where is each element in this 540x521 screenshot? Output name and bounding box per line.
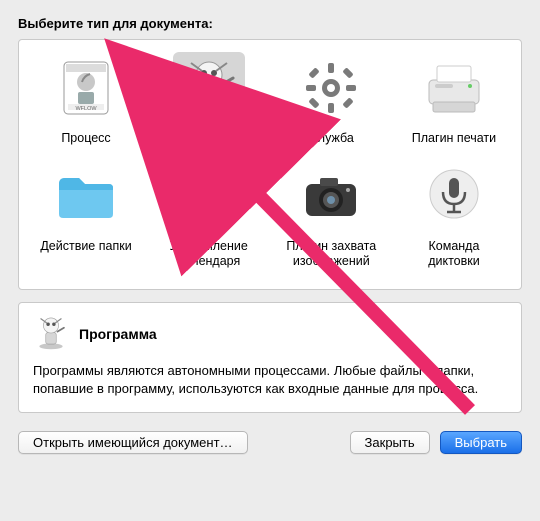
- description-panel: Программа Программы являются автономными…: [18, 302, 522, 413]
- type-application[interactable]: Программа: [148, 48, 270, 156]
- type-workflow[interactable]: WFLOW Процесс: [25, 48, 147, 156]
- microphone-icon: [418, 160, 490, 232]
- grid-row: WFLOW Процесс: [25, 48, 515, 156]
- chooser-prompt: Выберите тип для документа:: [18, 16, 522, 31]
- type-label: Плагин захвата изображений: [272, 238, 390, 271]
- type-folder-action[interactable]: Действие папки: [25, 156, 147, 279]
- type-label: Плагин печати: [404, 130, 504, 148]
- type-label: Служба: [301, 130, 362, 148]
- document-type-chooser: Выберите тип для документа: WFLOW Процес…: [0, 0, 540, 470]
- svg-text:WFLOW: WFLOW: [75, 106, 97, 112]
- type-label: Процесс: [53, 130, 118, 148]
- description-text: Программы являются автономными процессам…: [33, 362, 507, 398]
- calendar-icon: JUL 17: [173, 160, 245, 232]
- open-existing-button[interactable]: Открыть имеющийся документ…: [18, 431, 248, 454]
- type-calendar-alarm[interactable]: JUL 17 Уведомление Календаря: [148, 156, 270, 279]
- camera-icon: [295, 160, 367, 232]
- type-label: Программа: [168, 130, 250, 148]
- description-title: Программа: [79, 326, 157, 342]
- calendar-day: 17: [194, 190, 223, 220]
- type-label: Действие папки: [32, 238, 139, 256]
- application-icon: [173, 52, 245, 124]
- workflow-icon: WFLOW: [50, 52, 122, 124]
- type-service[interactable]: Служба: [270, 48, 392, 156]
- choose-button[interactable]: Выбрать: [440, 431, 522, 454]
- printer-icon: [418, 52, 490, 124]
- grid-row: Действие папки JUL 17 Уведомление Календ…: [25, 156, 515, 279]
- calendar-month: JUL: [202, 179, 217, 188]
- type-print-plugin[interactable]: Плагин печати: [393, 48, 515, 156]
- document-types-grid: WFLOW Процесс: [18, 39, 522, 290]
- type-label: Уведомление Календаря: [150, 238, 268, 271]
- application-icon: [33, 315, 69, 354]
- type-dictation-command[interactable]: Команда диктовки: [393, 156, 515, 279]
- type-label: Команда диктовки: [395, 238, 513, 271]
- service-icon: [295, 52, 367, 124]
- folder-icon: [50, 160, 122, 232]
- close-button[interactable]: Закрыть: [350, 431, 430, 454]
- dialog-footer: Открыть имеющийся документ… Закрыть Выбр…: [18, 431, 522, 454]
- type-image-capture-plugin[interactable]: Плагин захвата изображений: [270, 156, 392, 279]
